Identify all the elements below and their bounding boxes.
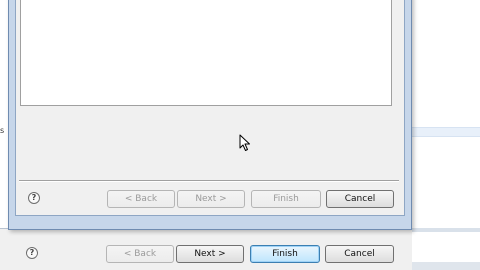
left-edge-clipped-text: s (0, 126, 5, 135)
finish-button[interactable]: Finish (251, 190, 321, 208)
next-button[interactable]: Next > (177, 190, 245, 208)
wizard-window-frame: ? < Back Next > Finish Cancel (8, 0, 412, 230)
cancel-button[interactable]: Cancel (326, 190, 394, 208)
background-toolbar-strip (408, 228, 480, 232)
next-button[interactable]: Next > (176, 245, 244, 263)
cancel-button[interactable]: Cancel (325, 245, 394, 263)
parent-wizard-dialog: ? < Back Next > Finish Cancel (0, 228, 412, 270)
screen: s p ? < Back Next > Finish Cancel ? < Ba… (0, 0, 480, 270)
mouse-pointer-icon (239, 134, 250, 151)
wizard-content-area (20, 0, 392, 106)
finish-button[interactable]: Finish (250, 245, 320, 263)
back-button[interactable]: < Back (107, 190, 175, 208)
background-selected-row (408, 127, 480, 137)
button-bar-separator (19, 180, 399, 182)
help-icon[interactable]: ? (28, 192, 40, 204)
wizard-dialog: ? < Back Next > Finish Cancel (15, 0, 405, 216)
help-icon[interactable]: ? (26, 247, 38, 259)
back-button[interactable]: < Back (106, 245, 174, 263)
background-status-strip (408, 262, 480, 270)
